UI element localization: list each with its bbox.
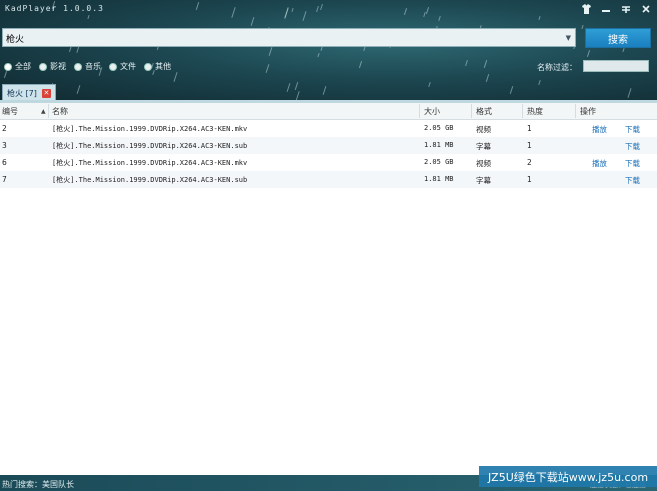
- play-link[interactable]: 播放: [592, 158, 607, 169]
- rain-streak: [268, 47, 273, 56]
- cell-heat: 1: [527, 175, 532, 184]
- play-link[interactable]: 播放: [592, 124, 607, 135]
- name-filter-input[interactable]: [583, 60, 649, 72]
- rain-streak: [581, 24, 584, 30]
- settings-icon[interactable]: [619, 2, 633, 16]
- download-link[interactable]: 下载: [625, 124, 640, 135]
- filter-label: 影视: [50, 62, 66, 71]
- cell-format: 字幕: [476, 142, 491, 151]
- radio-button[interactable]: [74, 62, 82, 71]
- rain-streak: [294, 82, 299, 90]
- cell-heat: 1: [527, 141, 532, 150]
- cell-size: 2.05 GB: [424, 124, 454, 132]
- filter-radio-3[interactable]: 文件: [109, 61, 136, 72]
- cell-format: 视频: [476, 159, 491, 168]
- column-divider: [48, 104, 49, 118]
- filter-label: 音乐: [85, 62, 101, 71]
- rain-streak: [465, 59, 468, 67]
- tab-search-result[interactable]: 枪火 [7] ✕: [2, 84, 56, 101]
- column-header-id[interactable]: 编号: [2, 106, 18, 117]
- rain-streak: [485, 74, 490, 82]
- filter-radio-4[interactable]: 其他: [144, 61, 171, 72]
- rain-streak: [322, 86, 327, 95]
- close-icon[interactable]: [639, 2, 653, 16]
- filter-label: 其他: [155, 62, 171, 71]
- cell-name: [枪火].The.Mission.1999.DVDRip.X264.AC3-KE…: [52, 125, 248, 133]
- rain-streak: [586, 50, 591, 57]
- search-input[interactable]: [3, 29, 549, 47]
- table-header: 编号 ▲ 名称 大小 格式 热度 操作: [0, 103, 657, 120]
- cell-name: [枪火].The.Mission.1999.DVDRip.X264.AC3-KE…: [52, 176, 248, 184]
- window-controls: [579, 2, 653, 16]
- column-divider: [522, 104, 523, 118]
- column-header-format[interactable]: 格式: [476, 106, 492, 117]
- rain-streak: [173, 72, 178, 82]
- rain-streak: [3, 71, 8, 78]
- rain-streak: [317, 52, 320, 58]
- filter-label: 全部: [15, 62, 31, 71]
- name-filter-label: 名称过滤：: [537, 63, 577, 72]
- cell-id: 2: [2, 124, 7, 133]
- download-link[interactable]: 下载: [625, 158, 640, 169]
- rain-streak: [622, 47, 625, 53]
- column-header-name[interactable]: 名称: [52, 106, 68, 117]
- cell-format: 字幕: [476, 176, 491, 185]
- rain-streak: [265, 64, 270, 73]
- chevron-down-icon[interactable]: ▼: [566, 34, 571, 42]
- rain-streak: [428, 81, 431, 88]
- column-header-size[interactable]: 大小: [424, 106, 440, 117]
- cell-format: 视频: [476, 125, 491, 134]
- radio-button[interactable]: [4, 62, 12, 71]
- cell-size: 2.05 GB: [424, 158, 454, 166]
- table-row[interactable]: 7 [枪火].The.Mission.1999.DVDRip.X264.AC3-K…: [0, 171, 657, 188]
- radio-button[interactable]: [39, 62, 47, 71]
- table-row[interactable]: 3 [枪火].The.Mission.1999.DVDRip.X264.AC3-K…: [0, 137, 657, 154]
- filter-radio-2[interactable]: 音乐: [74, 61, 101, 72]
- rain-streak: [358, 61, 363, 68]
- column-header-action: 操作: [580, 107, 596, 116]
- download-link[interactable]: 下载: [625, 175, 640, 186]
- rain-streak: [76, 85, 81, 94]
- watermark-banner: JZ5U绿色下载站www.jz5u.com: [479, 466, 657, 487]
- column-divider: [575, 104, 576, 118]
- rain-streak: [509, 86, 514, 94]
- close-icon[interactable]: ✕: [41, 88, 51, 98]
- hot-search-text[interactable]: 热门搜索：美国队长: [2, 479, 74, 490]
- radio-button[interactable]: [144, 62, 152, 71]
- minimize-icon[interactable]: [599, 2, 613, 16]
- filter-radio-1[interactable]: 影视: [39, 61, 66, 72]
- rain-streak: [286, 83, 291, 92]
- cell-id: 6: [2, 158, 7, 167]
- search-button[interactable]: 搜索: [585, 28, 651, 48]
- cell-size: 1.81 MB: [424, 141, 454, 149]
- category-filters: 全部 影视 音乐 文件 其他: [4, 61, 171, 72]
- column-header-heat[interactable]: 热度: [527, 106, 543, 117]
- cell-size: 1.81 MB: [424, 175, 454, 183]
- skin-icon[interactable]: [579, 2, 593, 16]
- column-divider: [419, 104, 420, 118]
- table-row[interactable]: 6 [枪火].The.Mission.1999.DVDRip.X264.AC3-K…: [0, 154, 657, 171]
- cell-name: [枪火].The.Mission.1999.DVDRip.X264.AC3-KE…: [52, 159, 248, 167]
- app-title: KadPlayer 1.0.0.3: [5, 4, 104, 13]
- filter-radio-0[interactable]: 全部: [4, 61, 31, 72]
- rain-streak: [627, 88, 632, 98]
- column-divider: [471, 104, 472, 118]
- title-bar: KadPlayer 1.0.0.3: [0, 0, 657, 20]
- rain-streak: [483, 60, 488, 68]
- cell-heat: 1: [527, 124, 532, 133]
- radio-button[interactable]: [109, 62, 117, 71]
- rain-streak: [538, 79, 541, 86]
- tab-label: 枪火 [7]: [7, 88, 37, 98]
- cell-id: 7: [2, 175, 7, 184]
- download-link[interactable]: 下载: [625, 141, 640, 152]
- cell-name: [枪火].The.Mission.1999.DVDRip.X264.AC3-KE…: [52, 142, 248, 150]
- search-box: ▼: [2, 28, 576, 47]
- sort-asc-icon: ▲: [41, 108, 46, 115]
- table-row[interactable]: 2 [枪火].The.Mission.1999.DVDRip.X264.AC3-K…: [0, 120, 657, 137]
- cell-heat: 2: [527, 158, 532, 167]
- cell-id: 3: [2, 141, 7, 150]
- filter-label: 文件: [120, 62, 136, 71]
